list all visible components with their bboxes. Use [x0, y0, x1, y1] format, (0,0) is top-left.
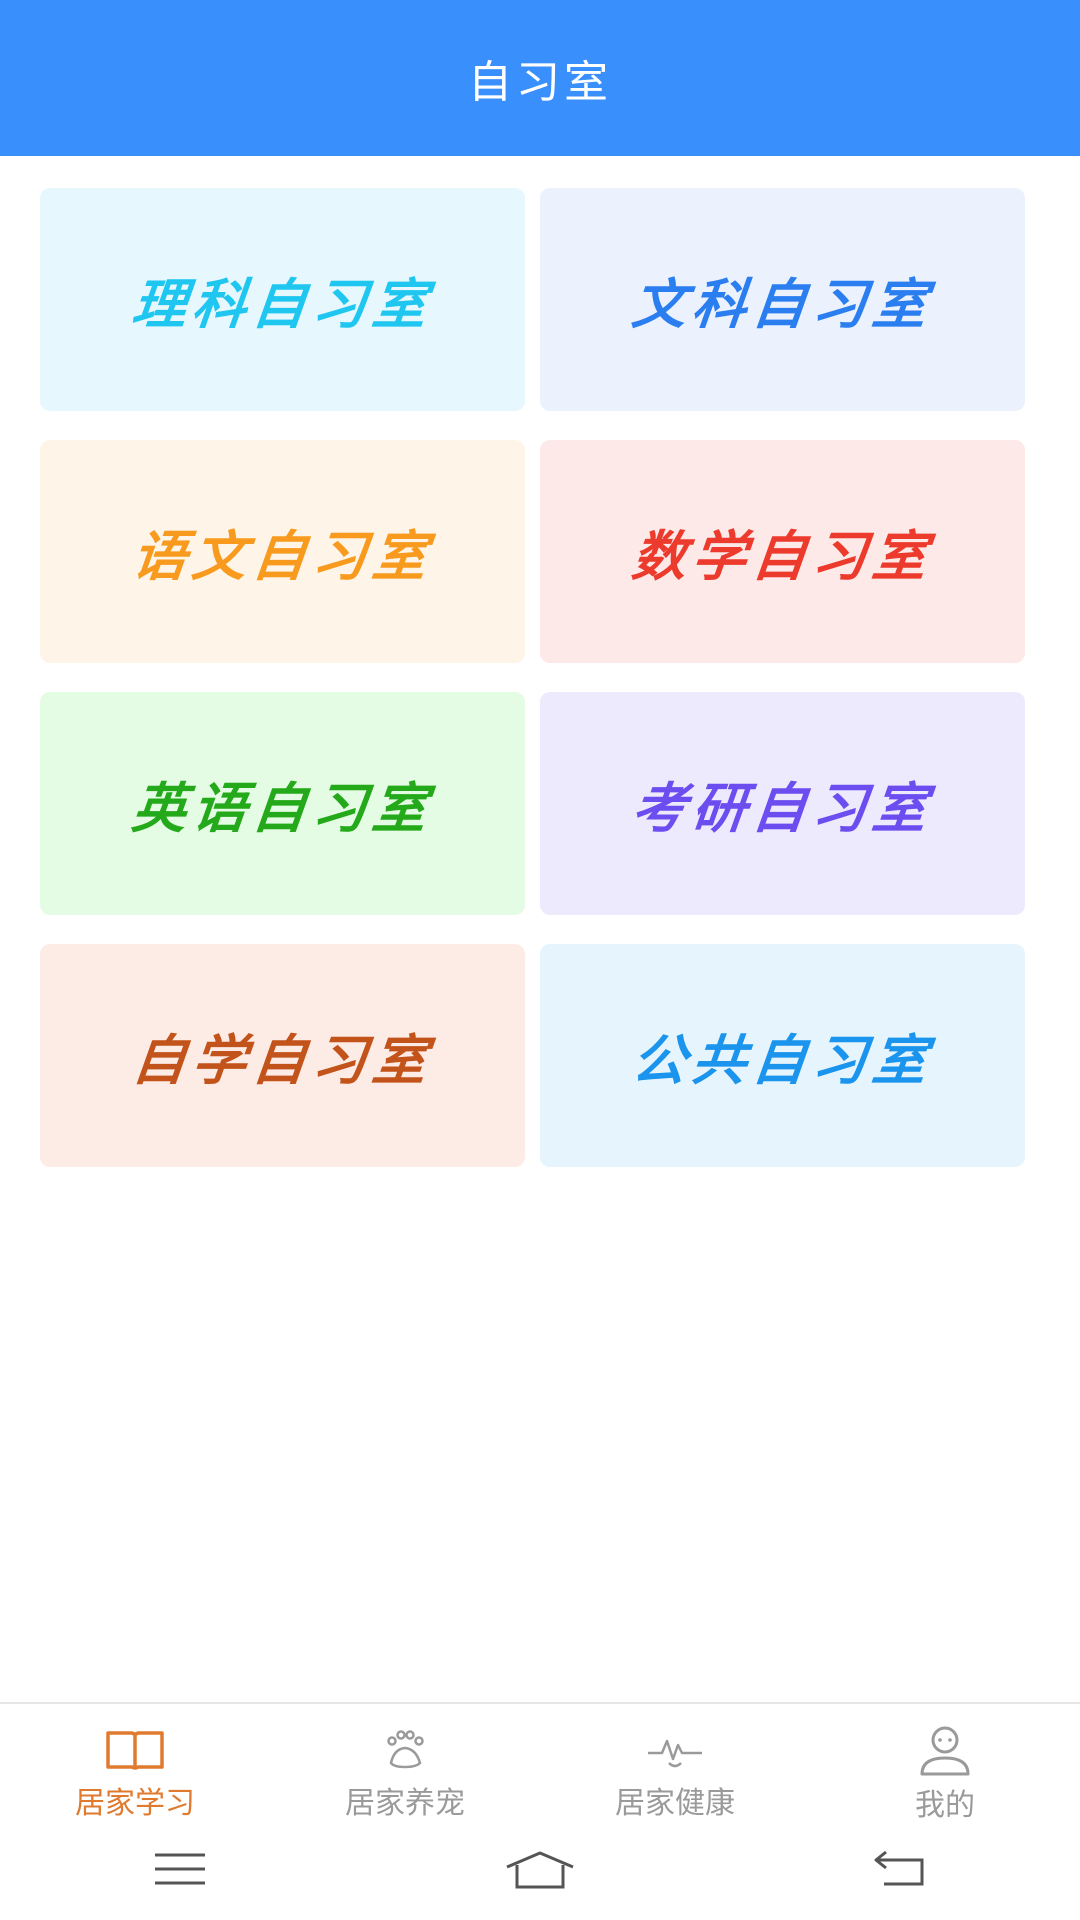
tab-home-pets[interactable]: 居家养宠 — [270, 1704, 540, 1822]
tab-label: 我的 — [915, 1788, 975, 1823]
room-card-science[interactable]: 理科自习室 — [40, 188, 525, 411]
tab-label: 居家健康 — [615, 1786, 735, 1821]
tab-home-health[interactable]: 居家健康 — [540, 1704, 810, 1822]
back-button[interactable] — [840, 1836, 960, 1906]
room-card-liberal-arts[interactable]: 文科自习室 — [540, 188, 1025, 411]
room-label: 文科自习室 — [628, 273, 936, 336]
bottom-tab-bar: 居家学习 居家养宠 居家健康 我的 — [0, 1702, 1080, 1823]
room-card-self-study[interactable]: 自学自习室 — [40, 944, 525, 1167]
page-title: 自习室 — [468, 57, 612, 108]
room-card-public[interactable]: 公共自习室 — [540, 944, 1025, 1167]
room-label: 英语自习室 — [128, 777, 436, 840]
heartbeat-icon — [644, 1726, 706, 1774]
home-button[interactable] — [480, 1836, 600, 1906]
room-grid: 理科自习室 文科自习室 语文自习室 数学自习室 英语自习室 考研自习室 自学自习… — [40, 188, 1025, 1167]
tab-home-study[interactable]: 居家学习 — [0, 1704, 270, 1822]
system-nav-bar — [0, 1822, 1080, 1920]
room-label: 语文自习室 — [128, 525, 436, 588]
room-card-math[interactable]: 数学自习室 — [540, 440, 1025, 663]
tab-label: 居家学习 — [75, 1786, 195, 1821]
menu-button[interactable] — [120, 1836, 240, 1906]
back-icon — [872, 1850, 928, 1892]
room-card-chinese[interactable]: 语文自习室 — [40, 440, 525, 663]
header-bar: 自习室 — [0, 0, 1080, 156]
open-book-icon — [104, 1726, 166, 1774]
room-label: 公共自习室 — [628, 1029, 936, 1092]
room-label: 自学自习室 — [128, 1029, 436, 1092]
room-label: 数学自习室 — [628, 525, 936, 588]
home-icon — [503, 1849, 577, 1893]
room-label: 理科自习室 — [128, 273, 436, 336]
room-card-postgrad[interactable]: 考研自习室 — [540, 692, 1025, 915]
user-icon — [914, 1726, 976, 1776]
room-card-english[interactable]: 英语自习室 — [40, 692, 525, 915]
app-root: 自习室 理科自习室 文科自习室 语文自习室 数学自习室 英语自习室 考研自习室 … — [0, 0, 1080, 1920]
tab-label: 居家养宠 — [345, 1786, 465, 1821]
menu-icon — [153, 1851, 207, 1891]
paw-icon — [374, 1726, 436, 1774]
tab-mine[interactable]: 我的 — [810, 1704, 1080, 1823]
room-label: 考研自习室 — [628, 777, 936, 840]
